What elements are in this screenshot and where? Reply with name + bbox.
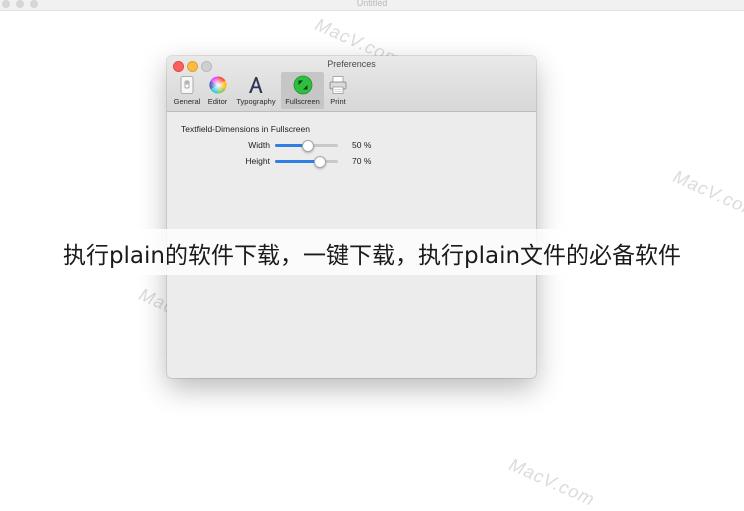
height-slider-fill — [275, 160, 320, 163]
tab-editor[interactable]: Editor — [204, 72, 231, 109]
tab-typography-label: Typography — [236, 97, 276, 106]
width-slider-knob[interactable] — [301, 140, 314, 152]
preferences-toolbar: Preferences General Editor Typography Fu… — [167, 56, 536, 112]
window-title: Preferences — [327, 59, 376, 69]
preferences-window: Preferences General Editor Typography Fu… — [167, 56, 536, 378]
height-slider-knob[interactable] — [314, 156, 327, 168]
height-label: Height — [245, 156, 270, 166]
section-title: Textfield-Dimensions in Fullscreen — [181, 124, 310, 134]
width-slider[interactable] — [275, 140, 338, 152]
width-label: Width — [248, 140, 270, 150]
tab-editor-label: Editor — [207, 97, 228, 106]
background-window-title: Untitled — [356, 0, 388, 8]
color-wheel-icon — [208, 76, 227, 94]
letter-a-icon — [249, 77, 263, 93]
switch-icon — [180, 76, 194, 94]
tab-general-label: General — [173, 97, 201, 106]
tab-fullscreen[interactable]: Fullscreen — [281, 72, 324, 109]
tab-print-label: Print — [330, 97, 346, 106]
background-window-titlebar: Untitled — [0, 0, 744, 11]
tab-print[interactable]: Print — [325, 72, 351, 109]
width-value: 50 % — [352, 140, 372, 150]
caption-text: 执行plain的软件下载，一键下载，执行plain文件的必备软件 — [62, 243, 682, 269]
tab-typography[interactable]: Typography — [232, 72, 280, 109]
height-value: 70 % — [352, 156, 372, 166]
watermark: MacV.com — [670, 166, 744, 222]
height-slider[interactable] — [275, 156, 338, 168]
tab-general[interactable]: General — [171, 72, 203, 109]
watermark: MacV.com — [506, 454, 598, 510]
fullscreen-icon — [293, 75, 312, 95]
printer-icon — [329, 76, 347, 94]
tab-fullscreen-label: Fullscreen — [285, 97, 320, 106]
